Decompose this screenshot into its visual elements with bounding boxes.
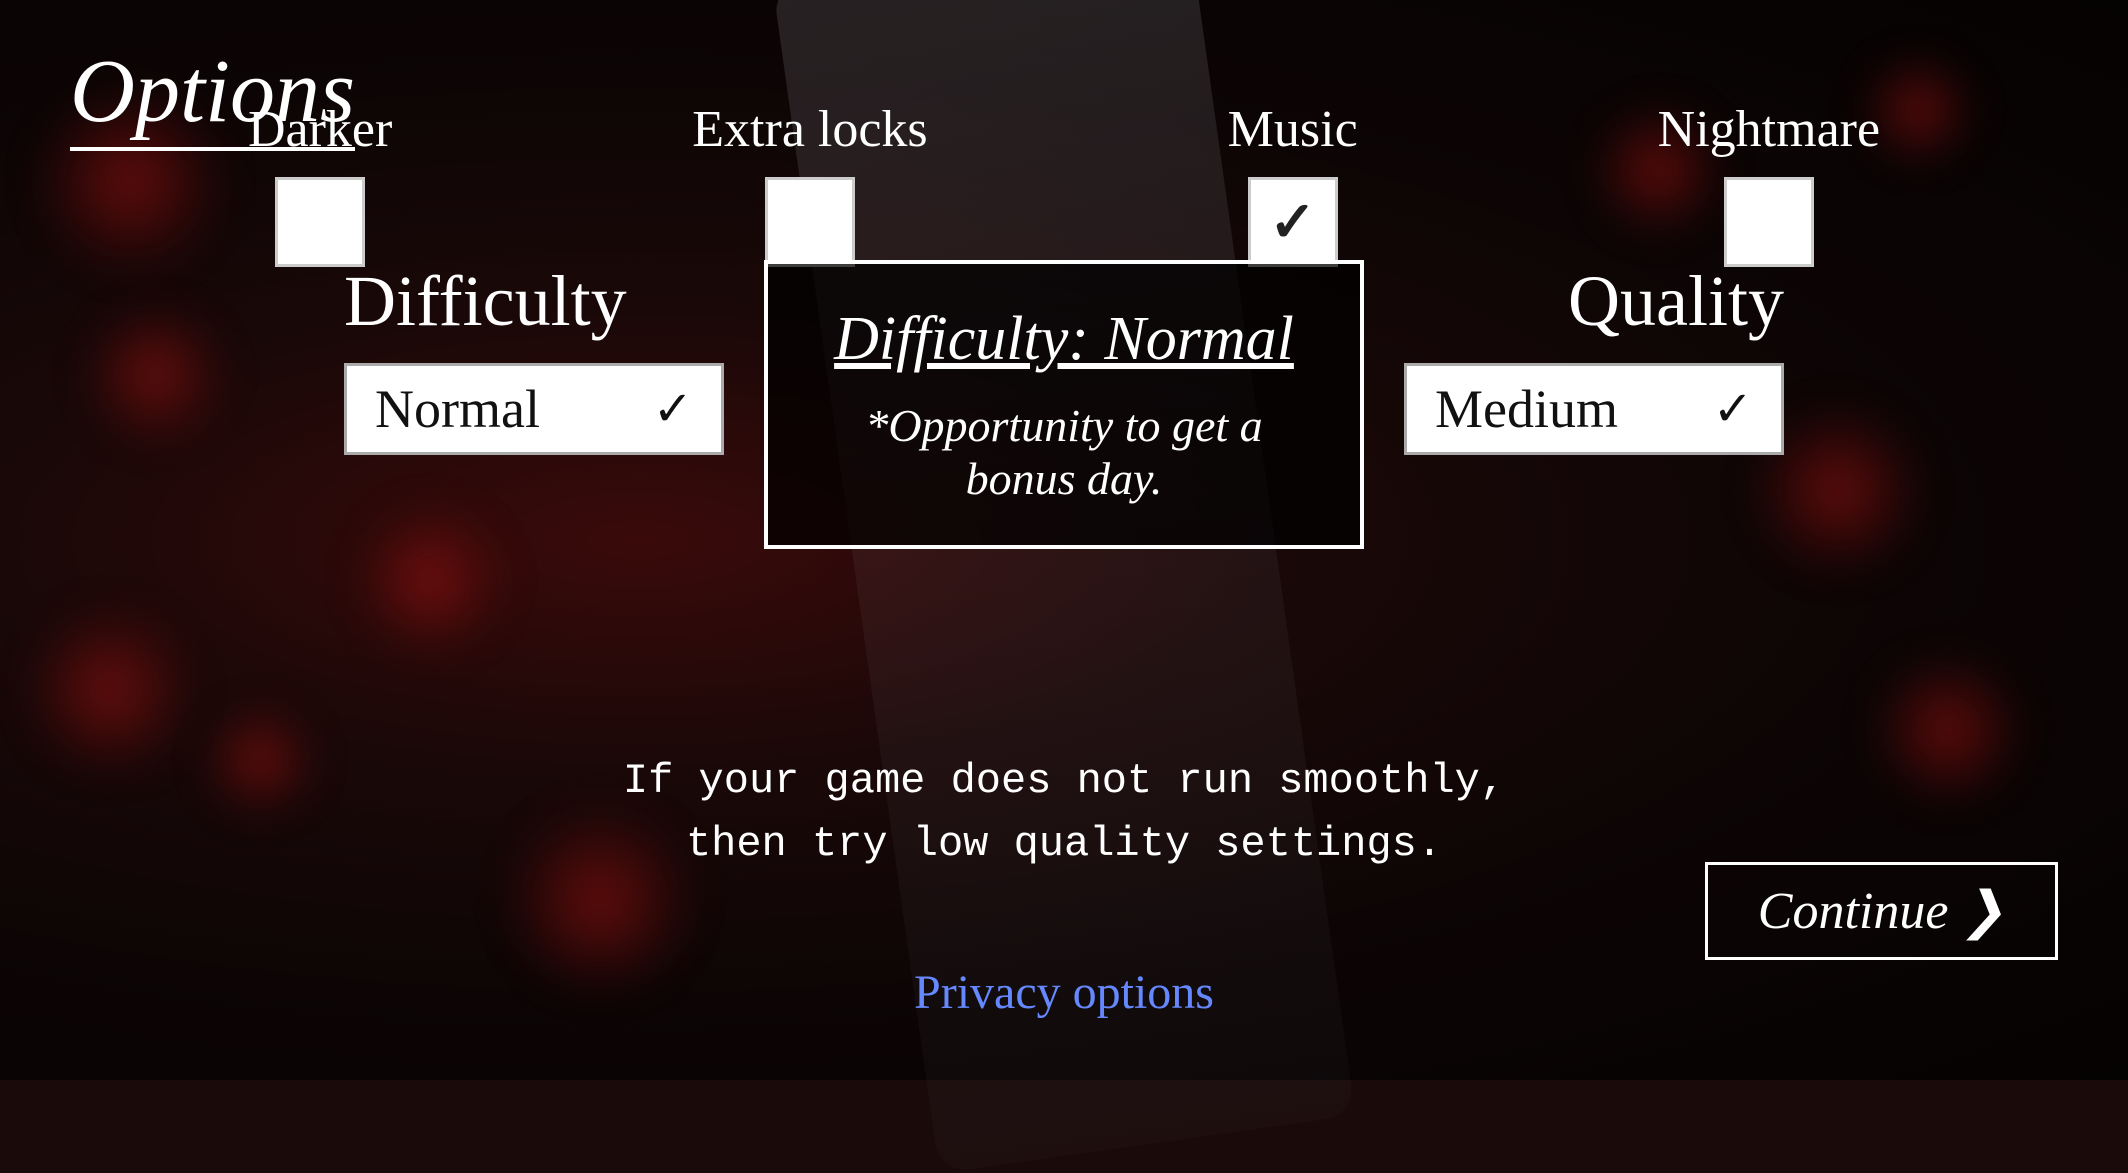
checkboxes-row: Darker Extra locks Music ✓ Nightmare (0, 100, 2128, 267)
perf-hint-line1: If your game does not run smoothly, (623, 750, 1505, 813)
main-area: Difficulty Normal ✓ Difficulty: Normal *… (0, 260, 2128, 549)
music-checkbox-group: Music ✓ (1228, 100, 1358, 267)
extra-locks-checkbox-group: Extra locks (692, 100, 927, 267)
difficulty-value: Normal (375, 378, 540, 440)
darker-label: Darker (248, 100, 392, 159)
difficulty-section-title: Difficulty (344, 260, 627, 343)
quality-value: Medium (1435, 378, 1618, 440)
difficulty-dropdown[interactable]: Normal ✓ (344, 363, 724, 455)
difficulty-arrow-icon: ✓ (653, 381, 693, 437)
difficulty-info-box: Difficulty: Normal *Opportunity to get a… (764, 260, 1364, 549)
continue-button[interactable]: Continue ❯ (1705, 862, 2058, 960)
music-label: Music (1228, 100, 1358, 159)
music-checkbox[interactable]: ✓ (1248, 177, 1338, 267)
nightmare-label: Nightmare (1658, 100, 1880, 159)
darker-checkbox-group: Darker (248, 100, 392, 267)
music-check-icon: ✓ (1269, 190, 1316, 255)
nightmare-checkbox[interactable] (1724, 177, 1814, 267)
page-content: Options Darker Extra locks Music ✓ Night… (0, 0, 2128, 1080)
center-box-area: Difficulty: Normal *Opportunity to get a… (754, 260, 1374, 549)
perf-hint-line2: then try low quality settings. (623, 813, 1505, 876)
darker-checkbox[interactable] (275, 177, 365, 267)
quality-section: Quality Medium ✓ (1374, 260, 1854, 455)
quality-dropdown[interactable]: Medium ✓ (1404, 363, 1784, 455)
quality-section-title: Quality (1568, 260, 1784, 343)
extra-locks-checkbox[interactable] (765, 177, 855, 267)
difficulty-section: Difficulty Normal ✓ (274, 260, 754, 455)
extra-locks-label: Extra locks (692, 100, 927, 159)
performance-hint: If your game does not run smoothly, then… (623, 750, 1505, 876)
difficulty-box-title: Difficulty: Normal (818, 304, 1310, 375)
difficulty-box-description: *Opportunity to get a bonus day. (818, 399, 1310, 505)
privacy-options-link[interactable]: Privacy options (914, 965, 1214, 1020)
privacy-options-label: Privacy options (914, 966, 1214, 1019)
nightmare-checkbox-group: Nightmare (1658, 100, 1880, 267)
quality-arrow-icon: ✓ (1713, 381, 1753, 437)
continue-label: Continue ❯ (1758, 883, 2005, 940)
